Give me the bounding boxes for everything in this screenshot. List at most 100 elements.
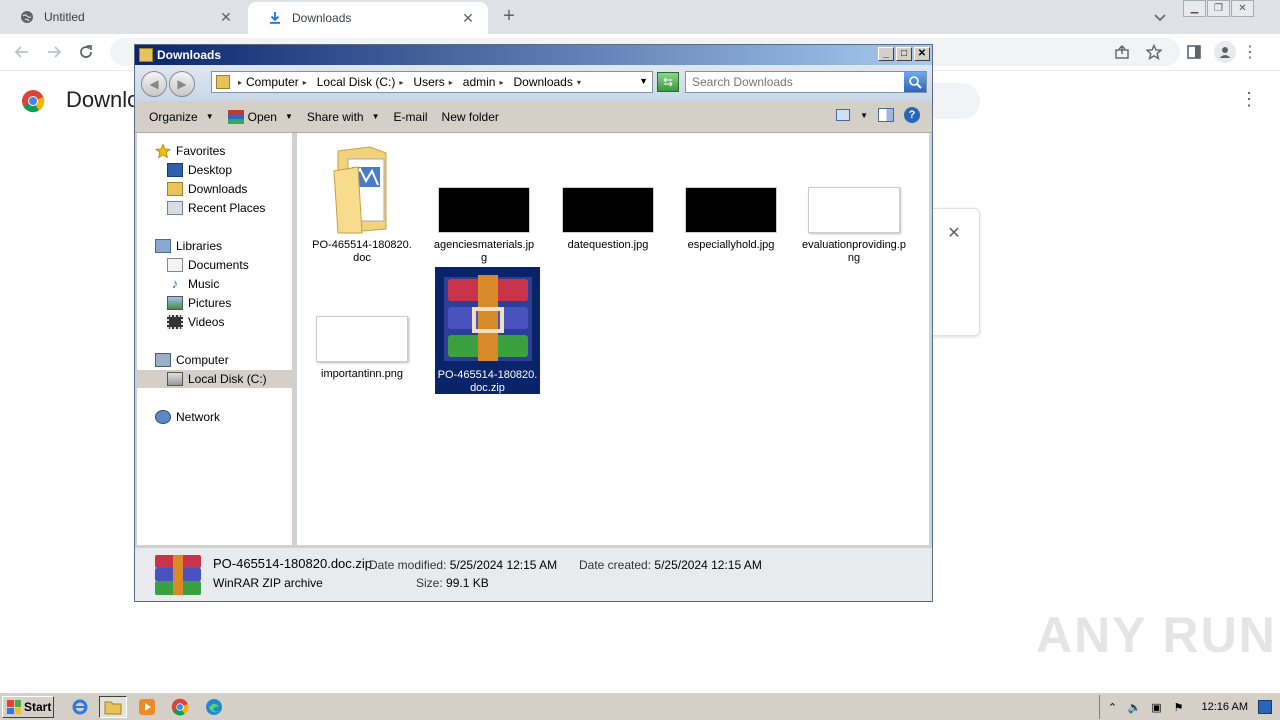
close-window-button[interactable]: ✕ xyxy=(1231,0,1254,17)
system-tray: ⌃ 🔈 ▣ ⚑ 12:16 AM xyxy=(1098,695,1280,719)
side-panel-icon[interactable] xyxy=(1184,42,1204,62)
tab-untitled[interactable]: Untitled ✕ xyxy=(0,0,246,34)
nav-computer[interactable]: Computer xyxy=(155,351,229,369)
nav-recent-places[interactable]: Recent Places xyxy=(167,199,265,217)
downloads-folder-icon xyxy=(167,182,183,196)
maximize-button[interactable]: □ xyxy=(896,47,912,61)
remove-download-icon[interactable]: ✕ xyxy=(946,226,962,242)
show-desktop-icon[interactable] xyxy=(1258,700,1272,714)
window-controls: ▁ ❐ ✕ xyxy=(1183,0,1255,18)
details-date-created: Date created: 5/25/2024 12:15 AM xyxy=(579,558,762,572)
file-name: PO-465514-180820.doc.zip xyxy=(437,369,538,394)
organize-button[interactable]: Organize ▼ xyxy=(149,110,214,124)
nav-pictures[interactable]: Pictures xyxy=(167,294,231,312)
restore-button[interactable]: ❐ xyxy=(1207,0,1230,17)
minimize-button[interactable]: ▁ xyxy=(1183,0,1206,17)
breadcrumb-computer[interactable]: Computer ▸ xyxy=(246,75,311,89)
action-center-flag-icon[interactable]: ⚑ xyxy=(1172,700,1186,714)
start-button[interactable]: Start xyxy=(2,696,54,718)
file-explorer-icon[interactable] xyxy=(99,696,127,718)
media-player-icon[interactable] xyxy=(133,696,161,718)
file-item[interactable]: evaluationproviding.png xyxy=(801,141,907,267)
close-icon[interactable]: ✕ xyxy=(460,10,476,26)
recent-places-icon xyxy=(167,201,183,215)
change-view-icon[interactable] xyxy=(836,109,851,121)
tab-downloads[interactable]: Downloads ✕ xyxy=(248,2,488,34)
image-thumbnail xyxy=(808,187,900,233)
preview-pane-icon[interactable] xyxy=(878,108,894,122)
network-icon xyxy=(155,410,171,424)
breadcrumb-local-disk[interactable]: Local Disk (C:) ▸ xyxy=(317,75,408,89)
email-button[interactable]: E-mail xyxy=(394,110,428,124)
minimize-button[interactable]: _ xyxy=(878,47,894,61)
winrar-archive-icon xyxy=(155,555,201,595)
file-item[interactable]: PO-465514-180820.doc xyxy=(309,141,415,267)
clock[interactable]: 12:16 AM xyxy=(1202,701,1248,713)
star-icon[interactable] xyxy=(1144,42,1164,62)
details-filename: PO-465514-180820.doc.zip xyxy=(213,556,373,571)
file-item[interactable]: importantinn.png xyxy=(309,269,415,383)
window-title: Downloads xyxy=(157,48,222,62)
search-input[interactable] xyxy=(686,72,904,92)
more-menu-icon[interactable]: ⋮ xyxy=(1240,89,1258,109)
new-tab-button[interactable]: + xyxy=(498,6,520,28)
details-filetype: WinRAR ZIP archive xyxy=(213,576,323,590)
search-icon[interactable] xyxy=(904,72,926,92)
chevron-right-icon[interactable]: ▸ xyxy=(238,78,242,87)
share-icon[interactable] xyxy=(1112,42,1132,62)
chrome-icon[interactable] xyxy=(166,696,194,718)
image-thumbnail xyxy=(685,187,777,233)
chrome-menu-icon[interactable]: ⋮ xyxy=(1240,42,1260,62)
search-box xyxy=(685,71,927,93)
close-icon[interactable]: ✕ xyxy=(218,9,234,25)
share-with-button[interactable]: Share with ▼ xyxy=(307,110,380,124)
forward-arrow-icon[interactable]: ▶ xyxy=(169,71,195,97)
details-size: Size: 99.1 KB xyxy=(416,576,489,590)
nav-downloads[interactable]: Downloads xyxy=(167,180,247,198)
explorer-window: Downloads _ □ ✕ ◀ ▶ ▸ Computer ▸ Local Di… xyxy=(134,44,933,602)
view-dropdown-icon[interactable]: ▼ xyxy=(860,111,868,120)
nav-network[interactable]: Network xyxy=(155,408,220,426)
edge-icon[interactable] xyxy=(200,696,228,718)
nav-favorites[interactable]: Favorites xyxy=(154,142,225,160)
file-item[interactable]: especiallyhold.jpg xyxy=(678,141,784,254)
profile-avatar-icon[interactable] xyxy=(1214,41,1236,63)
file-item-selected[interactable]: PO-465514-180820.doc.zip xyxy=(435,267,540,394)
nav-music[interactable]: ♪ Music xyxy=(167,275,220,293)
file-item[interactable]: agenciesmaterials.jpg xyxy=(431,141,537,267)
anyrun-watermark: ANY RUN xyxy=(1036,607,1277,663)
network-status-icon[interactable]: ▣ xyxy=(1150,700,1164,714)
nav-desktop[interactable]: Desktop xyxy=(167,161,232,179)
nav-videos[interactable]: Videos xyxy=(167,313,224,331)
music-icon: ♪ xyxy=(171,276,179,291)
nav-libraries[interactable]: Libraries xyxy=(155,237,222,255)
open-button[interactable]: Open ▼ xyxy=(227,109,293,124)
back-arrow-icon[interactable]: ◀ xyxy=(141,71,167,97)
file-name: PO-465514-180820.doc xyxy=(312,239,412,264)
details-date-modified: Date modified: 5/25/2024 12:15 AM xyxy=(369,558,558,572)
new-folder-button[interactable]: New folder xyxy=(442,110,499,124)
file-item[interactable]: datequestion.jpg xyxy=(555,141,661,254)
refresh-icon[interactable]: ⇆ xyxy=(657,72,679,92)
nav-local-disk[interactable]: Local Disk (C:) xyxy=(137,370,292,388)
tab-title: Untitled xyxy=(44,10,85,24)
breadcrumb-users[interactable]: Users ▸ xyxy=(413,75,456,89)
breadcrumb-admin[interactable]: admin ▸ xyxy=(463,75,508,89)
forward-arrow-icon[interactable] xyxy=(44,42,64,62)
address-breadcrumb[interactable]: ▸ Computer ▸ Local Disk (C:) ▸ Users ▸ admi… xyxy=(211,71,653,93)
reload-icon[interactable] xyxy=(76,42,96,62)
show-hidden-icons-icon[interactable]: ⌃ xyxy=(1106,700,1120,714)
chevron-down-icon[interactable] xyxy=(1150,8,1170,26)
nav-documents[interactable]: Documents xyxy=(167,256,249,274)
chevron-down-icon[interactable]: ▼ xyxy=(639,76,648,86)
file-list: PO-465514-180820.doc agenciesmaterials.j… xyxy=(297,133,929,545)
back-arrow-icon[interactable] xyxy=(12,42,32,62)
windows-logo-icon xyxy=(7,700,21,714)
taskbar: Start ⌃ 🔈 ▣ ⚑ 12:16 AM xyxy=(0,692,1280,720)
internet-explorer-icon[interactable] xyxy=(66,696,94,718)
close-button[interactable]: ✕ xyxy=(914,47,930,61)
help-icon[interactable]: ? xyxy=(904,107,920,123)
breadcrumb-downloads[interactable]: Downloads ▾ xyxy=(513,75,584,89)
navigation-pane: Favorites Desktop Downloads Recent Place… xyxy=(137,133,295,545)
volume-icon[interactable]: 🔈 xyxy=(1128,700,1142,714)
